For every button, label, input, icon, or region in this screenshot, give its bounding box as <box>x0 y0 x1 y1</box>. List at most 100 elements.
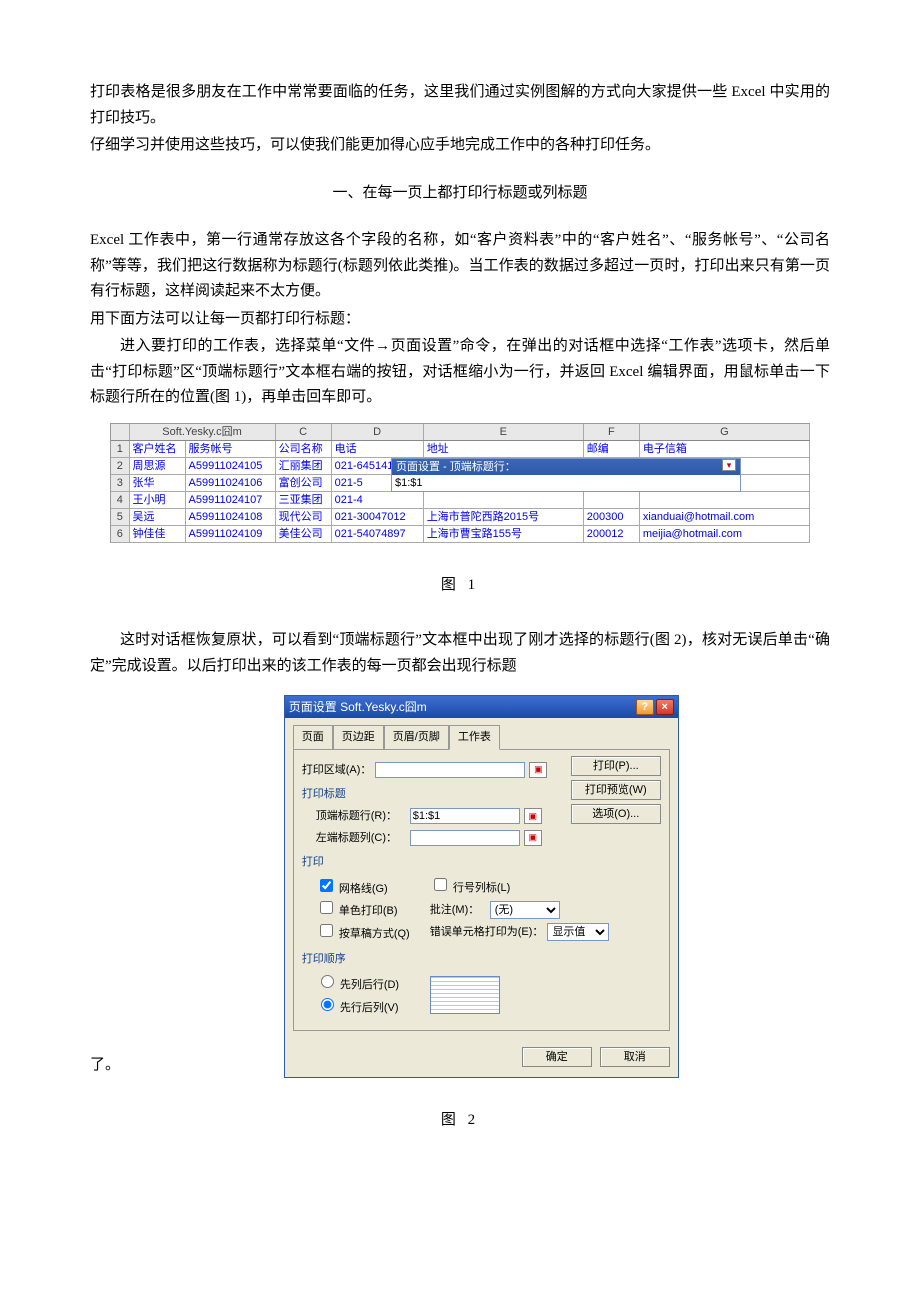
tab-sheet[interactable]: 工作表 <box>449 725 500 750</box>
cell <box>639 491 809 508</box>
cell: xianduai@hotmail.com <box>639 508 809 525</box>
mono-checkbox[interactable]: 单色打印(B) <box>316 905 398 917</box>
cell <box>423 491 583 508</box>
section1-title: 一、在每一页上都打印行标题或列标题 <box>90 181 830 207</box>
col-letter: E <box>423 424 583 441</box>
cell: 三亚集团 <box>275 491 331 508</box>
dialog-titlebar[interactable]: 页面设置 Soft.Yesky.c囧m ? × <box>285 696 678 718</box>
cancel-button[interactable]: 取消 <box>600 1047 670 1067</box>
cell: A59911024105 <box>185 457 275 474</box>
cell: A59911024109 <box>185 525 275 542</box>
dialog-title: 页面设置 Soft.Yesky.c囧m <box>289 697 634 717</box>
group-print-order: 打印顺序 <box>302 950 661 969</box>
header-cell: 电话 <box>331 440 423 457</box>
expand-icon[interactable]: ▾ <box>722 459 736 471</box>
section1-p3: 进入要打印的工作表，选择菜单“文件→页面设置”命令，在弹出的对话框中选择“工作表… <box>90 334 830 411</box>
collapsed-dialog-title: 页面设置 - 顶端标题行： <box>396 459 516 475</box>
tab-headerfooter[interactable]: 页眉/页脚 <box>384 725 449 750</box>
print-order-icon <box>430 976 500 1014</box>
cell: 021-30047012 <box>331 508 423 525</box>
cell: 王小明 <box>129 491 185 508</box>
header-cell: 服务帐号 <box>185 440 275 457</box>
order-across-radio[interactable]: 先列后行(D) <box>316 979 399 991</box>
corner-cell <box>111 424 129 441</box>
cell: 上海市曹宝路155号 <box>423 525 583 542</box>
cell: A59911024106 <box>185 474 275 491</box>
help-button[interactable]: ? <box>636 699 654 715</box>
range-picker-icon[interactable]: ▣ <box>524 808 542 824</box>
cell: A59911024108 <box>185 508 275 525</box>
print-button[interactable]: 打印(P)... <box>571 756 661 776</box>
top-row-label: 顶端标题行(R)： <box>316 807 406 826</box>
col-letter: F <box>583 424 639 441</box>
draft-checkbox[interactable]: 按草稿方式(Q) <box>316 928 410 940</box>
col-letter: C <box>275 424 331 441</box>
collapsed-dialog[interactable]: 页面设置 - 顶端标题行： ▾ $1:$1 <box>391 458 741 492</box>
left-col-label: 左端标题列(C)： <box>316 829 406 848</box>
col-letter: D <box>331 424 423 441</box>
document-page: 打印表格是很多朋友在工作中常常要面临的任务，这里我们通过实例图解的方式向大家提供… <box>0 0 920 1302</box>
cell: meijia@hotmail.com <box>639 525 809 542</box>
tab-panel-sheet: 打印(P)... 打印预览(W) 选项(O)... 打印区域(A)： ▣ 打印标… <box>293 749 670 1032</box>
top-row-input[interactable] <box>410 808 520 824</box>
cell: 现代公司 <box>275 508 331 525</box>
row-number: 1 <box>111 440 129 457</box>
table-row: 6 钟佳佳A59911024109美佳公司021-54074897上海市曹宝路1… <box>111 525 810 542</box>
header-cell: 邮编 <box>583 440 639 457</box>
cell: 021-54074897 <box>331 525 423 542</box>
rowcol-checkbox[interactable]: 行号列标(L) <box>430 882 511 894</box>
cell: 汇丽集团 <box>275 457 331 474</box>
col-letter: G <box>639 424 809 441</box>
cell: 021-4 <box>331 491 423 508</box>
section1-p2: 用下面方法可以让每一页都打印行标题： <box>90 307 830 333</box>
figure-1-caption: 图 1 <box>90 573 830 599</box>
mono-label: 单色打印(B) <box>339 905 398 917</box>
column-letters-row: Soft.Yesky.c囧m C D E F G <box>111 424 810 441</box>
gridlines-checkbox[interactable]: 网格线(G) <box>316 883 388 895</box>
cell: 200300 <box>583 508 639 525</box>
table-row: 5 吴远A59911024108现代公司021-30047012上海市普陀西路2… <box>111 508 810 525</box>
order-across-label: 先列后行(D) <box>340 979 399 991</box>
watermark: Soft.Yesky.c囧m <box>129 424 275 441</box>
header-cell: 客户姓名 <box>129 440 185 457</box>
print-area-label: 打印区域(A)： <box>302 761 372 780</box>
left-col-input[interactable] <box>410 830 520 846</box>
errors-label: 错误单元格打印为(E)： <box>430 923 544 942</box>
range-picker-icon[interactable]: ▣ <box>524 830 542 846</box>
draft-label: 按草稿方式(Q) <box>339 928 410 940</box>
cell: 张华 <box>129 474 185 491</box>
print-preview-button[interactable]: 打印预览(W) <box>571 780 661 800</box>
cell: 周思源 <box>129 457 185 474</box>
page-setup-dialog: 页面设置 Soft.Yesky.c囧m ? × 页面 页边距 页眉/页脚 工作表… <box>284 695 679 1078</box>
comments-label: 批注(M)： <box>430 901 486 920</box>
tab-page[interactable]: 页面 <box>293 725 333 750</box>
order-down-radio[interactable]: 先行后列(V) <box>316 1002 399 1014</box>
header-cell: 地址 <box>423 440 583 457</box>
print-area-input[interactable] <box>375 762 525 778</box>
cell: 200012 <box>583 525 639 542</box>
cell: 美佳公司 <box>275 525 331 542</box>
figure-1-spreadsheet: Soft.Yesky.c囧m C D E F G 1 客户姓名 服务帐号 公司名… <box>110 423 810 543</box>
order-down-label: 先行后列(V) <box>340 1002 399 1014</box>
cell: 吴远 <box>129 508 185 525</box>
cell: 富创公司 <box>275 474 331 491</box>
tab-strip: 页面 页边距 页眉/页脚 工作表 <box>293 724 670 749</box>
collapsed-dialog-value: $1:$1 <box>392 475 740 491</box>
section1-p1: Excel 工作表中，第一行通常存放这各个字段的名称，如“客户资料表”中的“客户… <box>90 228 830 305</box>
options-button[interactable]: 选项(O)... <box>571 804 661 824</box>
errors-select[interactable]: 显示值 <box>547 923 609 941</box>
cell: 上海市普陀西路2015号 <box>423 508 583 525</box>
group-print: 打印 <box>302 853 661 872</box>
intro-p2: 仔细学习并使用这些技巧，可以使我们能更加得心应手地完成工作中的各种打印任务。 <box>90 133 830 159</box>
header-row: 1 客户姓名 服务帐号 公司名称 电话 地址 邮编 电子信箱 <box>111 440 810 457</box>
rowcol-label: 行号列标(L) <box>453 882 510 894</box>
close-button[interactable]: × <box>656 699 674 715</box>
figure-2-caption: 图 2 <box>90 1108 830 1134</box>
header-cell: 公司名称 <box>275 440 331 457</box>
comments-select[interactable]: (无) <box>490 901 560 919</box>
figure-2-wrapper: 了。 页面设置 Soft.Yesky.c囧m ? × 页面 页边距 页眉/页脚 … <box>90 695 830 1078</box>
ok-button[interactable]: 确定 <box>522 1047 592 1067</box>
tab-margins[interactable]: 页边距 <box>333 725 384 750</box>
range-picker-icon[interactable]: ▣ <box>529 762 547 778</box>
intro-p1: 打印表格是很多朋友在工作中常常要面临的任务，这里我们通过实例图解的方式向大家提供… <box>90 80 830 131</box>
